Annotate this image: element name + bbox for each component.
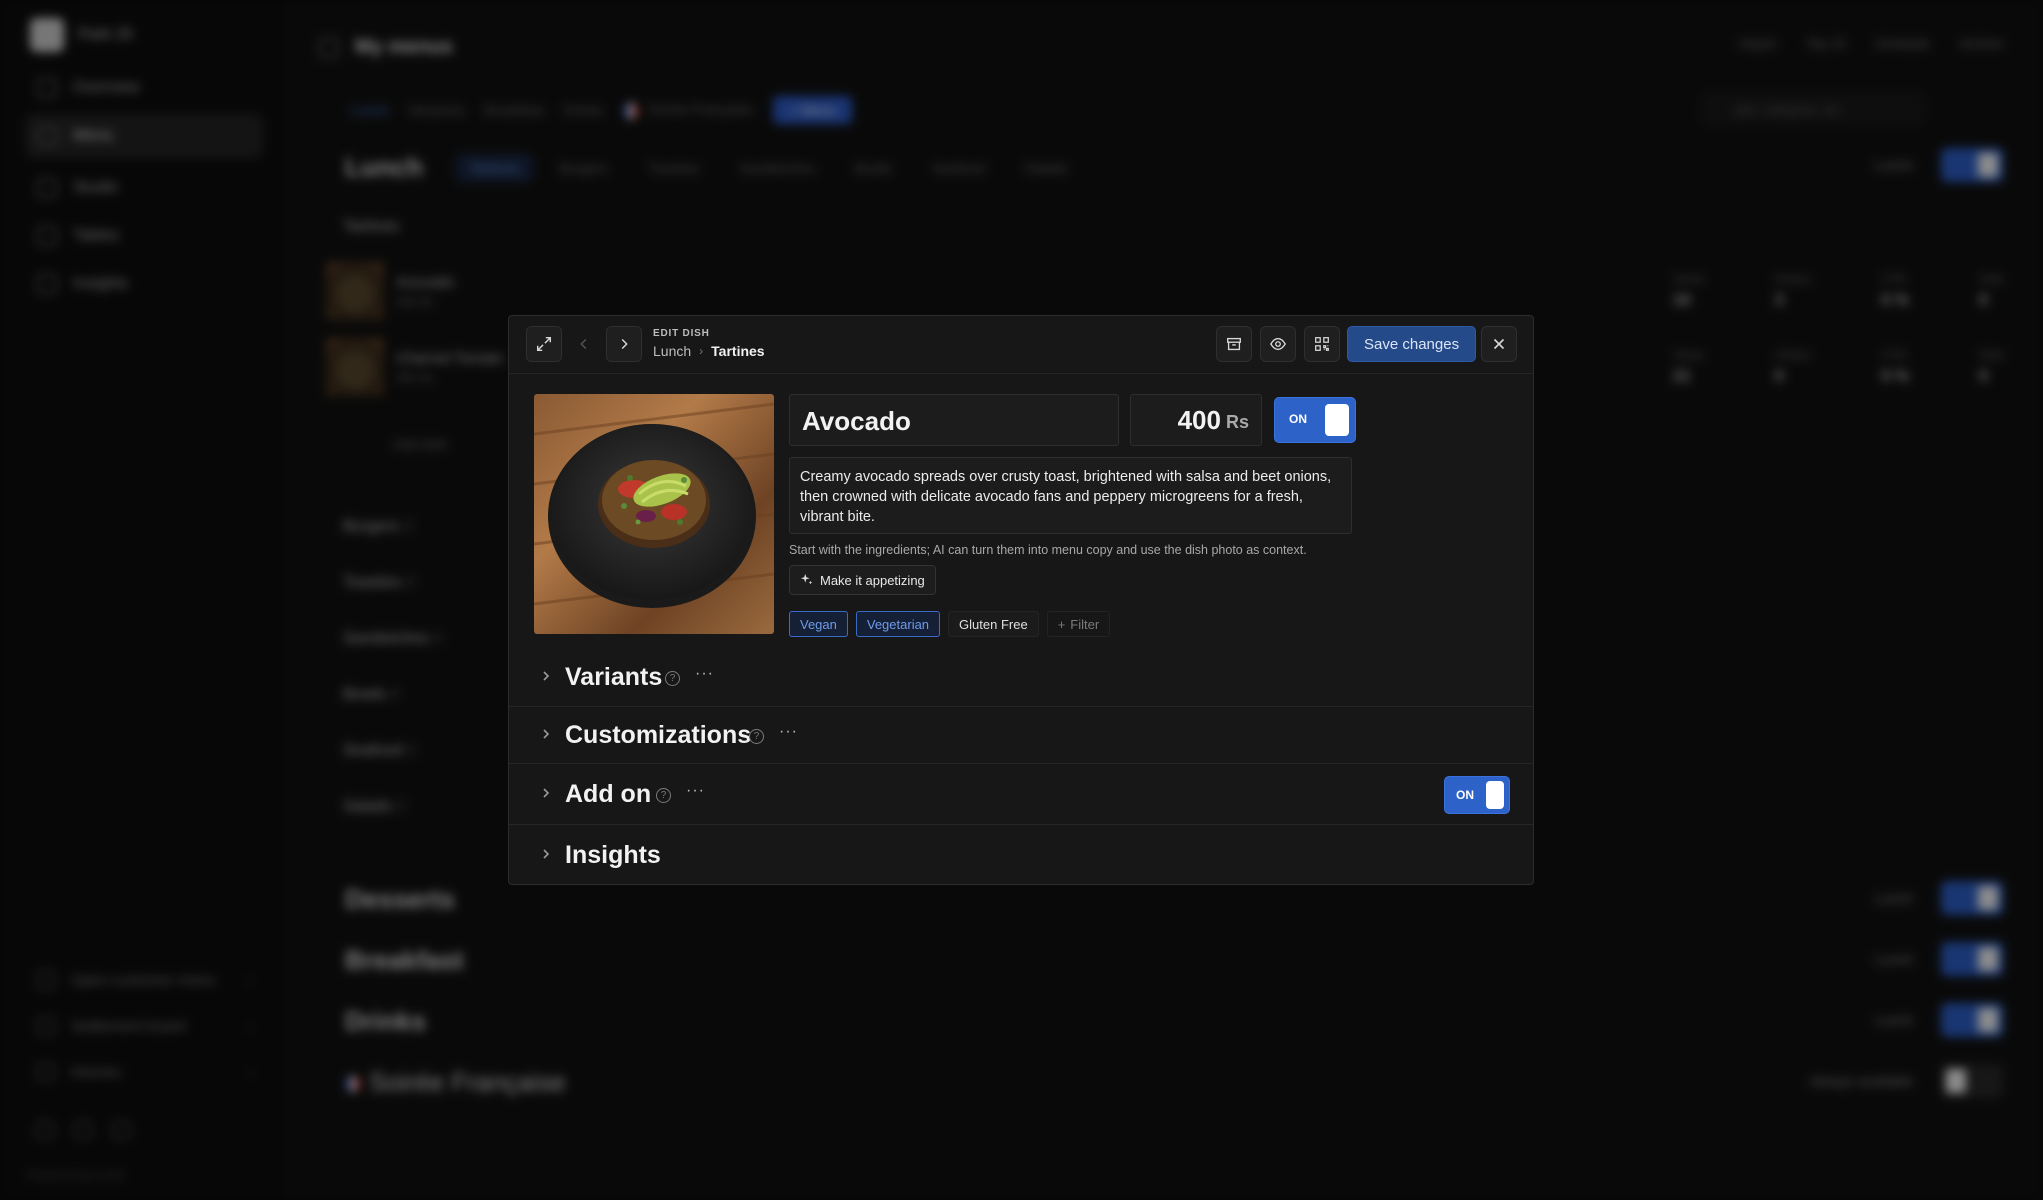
tag-vegetarian[interactable]: Vegetarian [855, 611, 941, 637]
close-icon [1493, 338, 1505, 350]
chevron-right-icon [539, 727, 553, 746]
breadcrumb-category[interactable]: Tartines [711, 343, 764, 359]
accordion-variants[interactable]: Variants ? ··· [509, 649, 1533, 706]
section-title: Add on [565, 780, 652, 808]
next-dish-button[interactable] [606, 326, 642, 362]
chevron-right-icon [539, 786, 553, 805]
modal-label: EDIT DISH [653, 328, 710, 339]
plus-icon: + [1057, 616, 1066, 632]
previous-dish-button[interactable] [566, 326, 602, 362]
add-filter-button[interactable]: + Filter [1046, 611, 1111, 637]
expand-icon [536, 336, 552, 352]
eye-icon [1270, 337, 1286, 351]
toggle-knob [1325, 404, 1349, 436]
price-currency: Rs [1225, 411, 1249, 432]
tag-vegan[interactable]: Vegan [789, 611, 848, 637]
dish-photo[interactable] [534, 394, 774, 634]
dietary-tags: Vegan Vegetarian Gluten Free + Filter [789, 611, 1111, 637]
more-options-icon[interactable]: ··· [695, 665, 714, 683]
dish-active-toggle[interactable]: ON [1274, 397, 1356, 443]
accordion-customizations[interactable]: Customizations ? ··· [509, 706, 1533, 763]
dish-price-input[interactable]: 400 Rs [1130, 394, 1262, 446]
help-icon[interactable]: ? [656, 788, 671, 803]
section-title: Insights [565, 841, 661, 869]
chevron-right-icon [539, 669, 553, 688]
qr-code-button[interactable] [1304, 326, 1340, 362]
modal-header: EDIT DISH Lunch › Tartines Save changes [509, 316, 1533, 374]
dish-photo-illustration [534, 402, 774, 608]
chevron-right-icon [539, 847, 553, 866]
more-options-icon[interactable]: ··· [779, 723, 798, 741]
sparkles-icon [800, 573, 813, 585]
chevron-right-icon [621, 338, 628, 350]
tag-gluten-free[interactable]: Gluten Free [948, 611, 1039, 637]
close-button[interactable] [1481, 326, 1517, 362]
chevron-left-icon [580, 338, 587, 350]
add-on-toggle[interactable]: ON [1444, 776, 1510, 814]
accordion-add-on[interactable]: Add on ? ··· ON [509, 763, 1533, 824]
edit-dish-modal: EDIT DISH Lunch › Tartines Save changes [508, 315, 1534, 885]
ai-hint: Start with the ingredients; AI can turn … [789, 543, 1307, 557]
help-icon[interactable]: ? [665, 671, 680, 686]
make-appetizing-button[interactable]: Make it appetizing [789, 565, 936, 595]
expand-button[interactable] [526, 326, 562, 362]
help-icon[interactable]: ? [749, 729, 764, 744]
price-value: 400 [1177, 404, 1221, 435]
archive-button[interactable] [1216, 326, 1252, 362]
breadcrumb: EDIT DISH Lunch › Tartines [653, 328, 765, 359]
accordion-insights[interactable]: Insights [509, 824, 1533, 884]
section-title: Customizations [565, 721, 752, 749]
more-options-icon[interactable]: ··· [686, 782, 705, 800]
breadcrumb-separator-icon: › [699, 344, 704, 358]
section-title: Variants [565, 663, 663, 691]
save-changes-button[interactable]: Save changes [1347, 326, 1477, 362]
dish-name-input[interactable]: Avocado [789, 394, 1119, 446]
archive-icon [1227, 337, 1241, 351]
preview-button[interactable] [1260, 326, 1296, 362]
toggle-knob [1486, 781, 1504, 809]
breadcrumb-menu[interactable]: Lunch [653, 343, 691, 359]
qr-code-icon [1315, 337, 1329, 351]
dish-description-textarea[interactable]: Creamy avocado spreads over crusty toast… [789, 457, 1352, 534]
